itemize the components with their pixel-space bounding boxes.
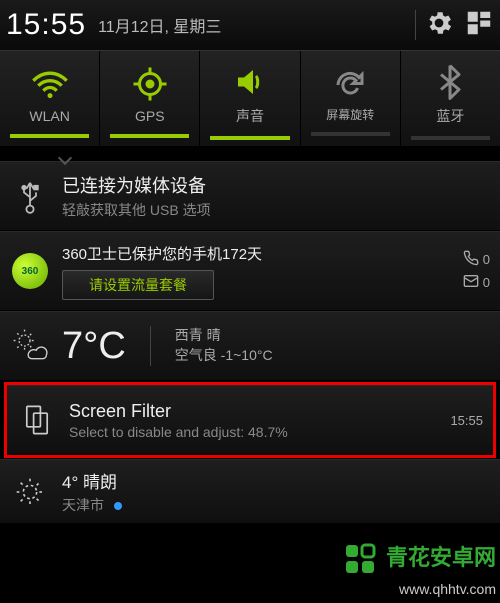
app-360-icon: 360 [10,253,50,289]
notif-title: Screen Filter [69,401,438,422]
usb-icon [10,178,50,214]
weather-temperature: 7°C [62,325,126,368]
wifi-icon [30,64,70,104]
qs-tile-rotate[interactable]: 屏幕旋转 [301,51,401,146]
qs-indicator [411,136,490,140]
notif-title: 360卫士已保护您的手机172天 [62,243,451,264]
qs-indicator [210,136,289,140]
clock: 15:55 [6,8,86,42]
qs-tile-bluetooth[interactable]: 蓝牙 [401,51,500,146]
phone-icon [463,250,479,269]
quick-settings-row: WLAN GPS 声音 屏幕旋转 蓝牙 [0,50,500,147]
divider [415,10,416,40]
notification-screen-filter[interactable]: Screen Filter Select to disable and adju… [7,385,493,455]
weather2-title: 4° 晴朗 [62,468,490,493]
weather2-city: 天津市 [62,495,490,515]
qs-tile-sound[interactable]: 声音 [200,51,300,146]
weather-detail: 空气良 -1~10°C [175,346,273,366]
gps-icon [132,64,168,104]
notif-subtitle: 轻敲获取其他 USB 选项 [62,200,490,220]
notif-time: 15:55 [450,413,483,428]
sound-icon [232,62,268,102]
qs-label: 蓝牙 [436,106,464,126]
settings-gear-icon[interactable] [424,8,454,43]
date-label: 11月12日, 星期三 [98,13,407,37]
weather-location: 西青 晴 [175,326,273,346]
qs-tile-gps[interactable]: GPS [100,51,200,146]
highlight-annotation: Screen Filter Select to disable and adju… [4,382,496,458]
qs-label: WLAN [29,108,69,124]
grid-toggle-icon[interactable] [464,8,494,43]
qs-label: GPS [135,108,165,124]
notif-title: 已连接为媒体设备 [62,172,490,198]
screen-filter-icon [17,403,57,437]
missed-calls: 0 [463,250,490,269]
notif-subtitle: Select to disable and adjust: 48.7% [69,424,438,440]
mail-icon [463,273,479,292]
qs-indicator [110,134,189,138]
divider [150,326,151,366]
notification-360[interactable]: 360 360卫士已保护您的手机172天 请设置流量套餐 0 0 [0,231,500,311]
bluetooth-icon [436,62,464,102]
sun-icon [10,476,50,508]
data-plan-button[interactable]: 请设置流量套餐 [62,270,214,300]
status-bar: 15:55 11月12日, 星期三 [0,0,500,50]
qs-tile-wlan[interactable]: WLAN [0,51,100,146]
watermark: 青花安卓网 www.qhhtv.com [342,540,496,599]
notification-weather[interactable]: 7°C 西青 晴 空气良 -1~10°C [0,311,500,381]
qs-label: 声音 [236,106,264,126]
notification-weather-2[interactable]: 4° 晴朗 天津市 [0,459,500,524]
notification-usb[interactable]: 已连接为媒体设备 轻敲获取其他 USB 选项 [0,161,500,231]
qs-indicator [311,132,390,136]
unread-messages: 0 [463,273,490,292]
watermark-logo-icon [342,541,382,581]
weather-sun-cloud-icon [10,326,50,366]
qs-label: 屏幕旋转 [326,109,374,122]
qs-indicator [10,134,89,138]
rotate-icon [332,65,368,105]
